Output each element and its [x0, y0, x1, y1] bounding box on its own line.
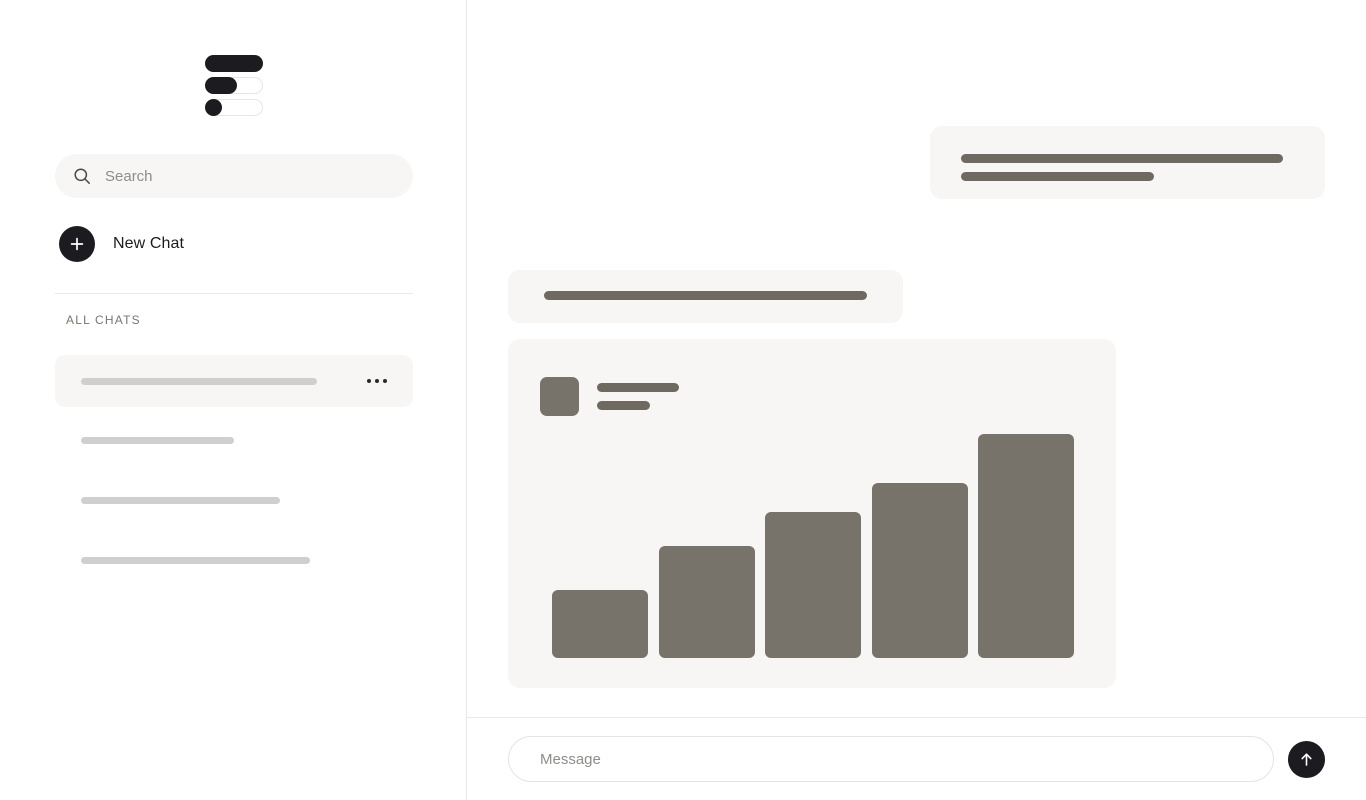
logo-bar-fill [205, 55, 263, 72]
message-bubble-user [930, 126, 1325, 199]
sidebar-divider [55, 293, 413, 294]
search-input[interactable] [105, 154, 395, 198]
app-root: New Chat ALL CHATS [0, 0, 1366, 800]
new-chat-button[interactable]: New Chat [59, 226, 184, 262]
message-text-placeholder [544, 291, 867, 300]
message-text-placeholder [961, 154, 1283, 163]
search-icon [73, 167, 91, 185]
message-thread [467, 0, 1366, 717]
bar-2 [658, 546, 755, 658]
chat-title-placeholder [81, 437, 234, 444]
bar-5 [978, 434, 1075, 658]
more-horizontal-icon[interactable] [367, 379, 387, 383]
arrow-up-icon [1298, 751, 1315, 768]
new-chat-label: New Chat [113, 235, 185, 252]
logo-bar-1 [205, 55, 263, 72]
chart-card-title-block [597, 383, 679, 410]
message-input[interactable] [508, 736, 1274, 782]
search-box[interactable] [55, 154, 413, 198]
chat-title-placeholder [81, 497, 280, 504]
image-placeholder [540, 377, 579, 416]
chart-card-title-placeholder [597, 383, 679, 392]
plus-icon [59, 226, 95, 262]
sidebar: New Chat ALL CHATS [0, 0, 467, 800]
app-logo [205, 55, 263, 117]
logo-bar-fill [205, 99, 222, 116]
chat-title-placeholder [81, 557, 310, 564]
send-button[interactable] [1288, 740, 1325, 778]
message-text-placeholder [961, 172, 1154, 181]
message-bubble-assistant [508, 270, 903, 323]
bar-4 [871, 483, 968, 658]
main-panel [467, 0, 1366, 800]
bar-1 [552, 590, 648, 658]
chart-card [508, 339, 1116, 688]
message-composer [467, 718, 1366, 800]
chat-list-item[interactable] [81, 437, 234, 444]
chart-card-header [540, 377, 679, 416]
chart-card-subtitle-placeholder [597, 401, 650, 410]
logo-bar-fill [205, 77, 238, 94]
logo-bar-2 [205, 77, 263, 94]
chat-list-item[interactable] [81, 497, 280, 504]
chat-title-placeholder [81, 377, 317, 385]
bar-chart [508, 428, 1116, 658]
all-chats-section-label: ALL CHATS [66, 313, 141, 327]
logo-bar-3 [205, 99, 263, 116]
chat-list-item[interactable] [81, 557, 310, 564]
bar-3 [765, 512, 862, 658]
chat-list-item-active[interactable] [55, 355, 413, 407]
